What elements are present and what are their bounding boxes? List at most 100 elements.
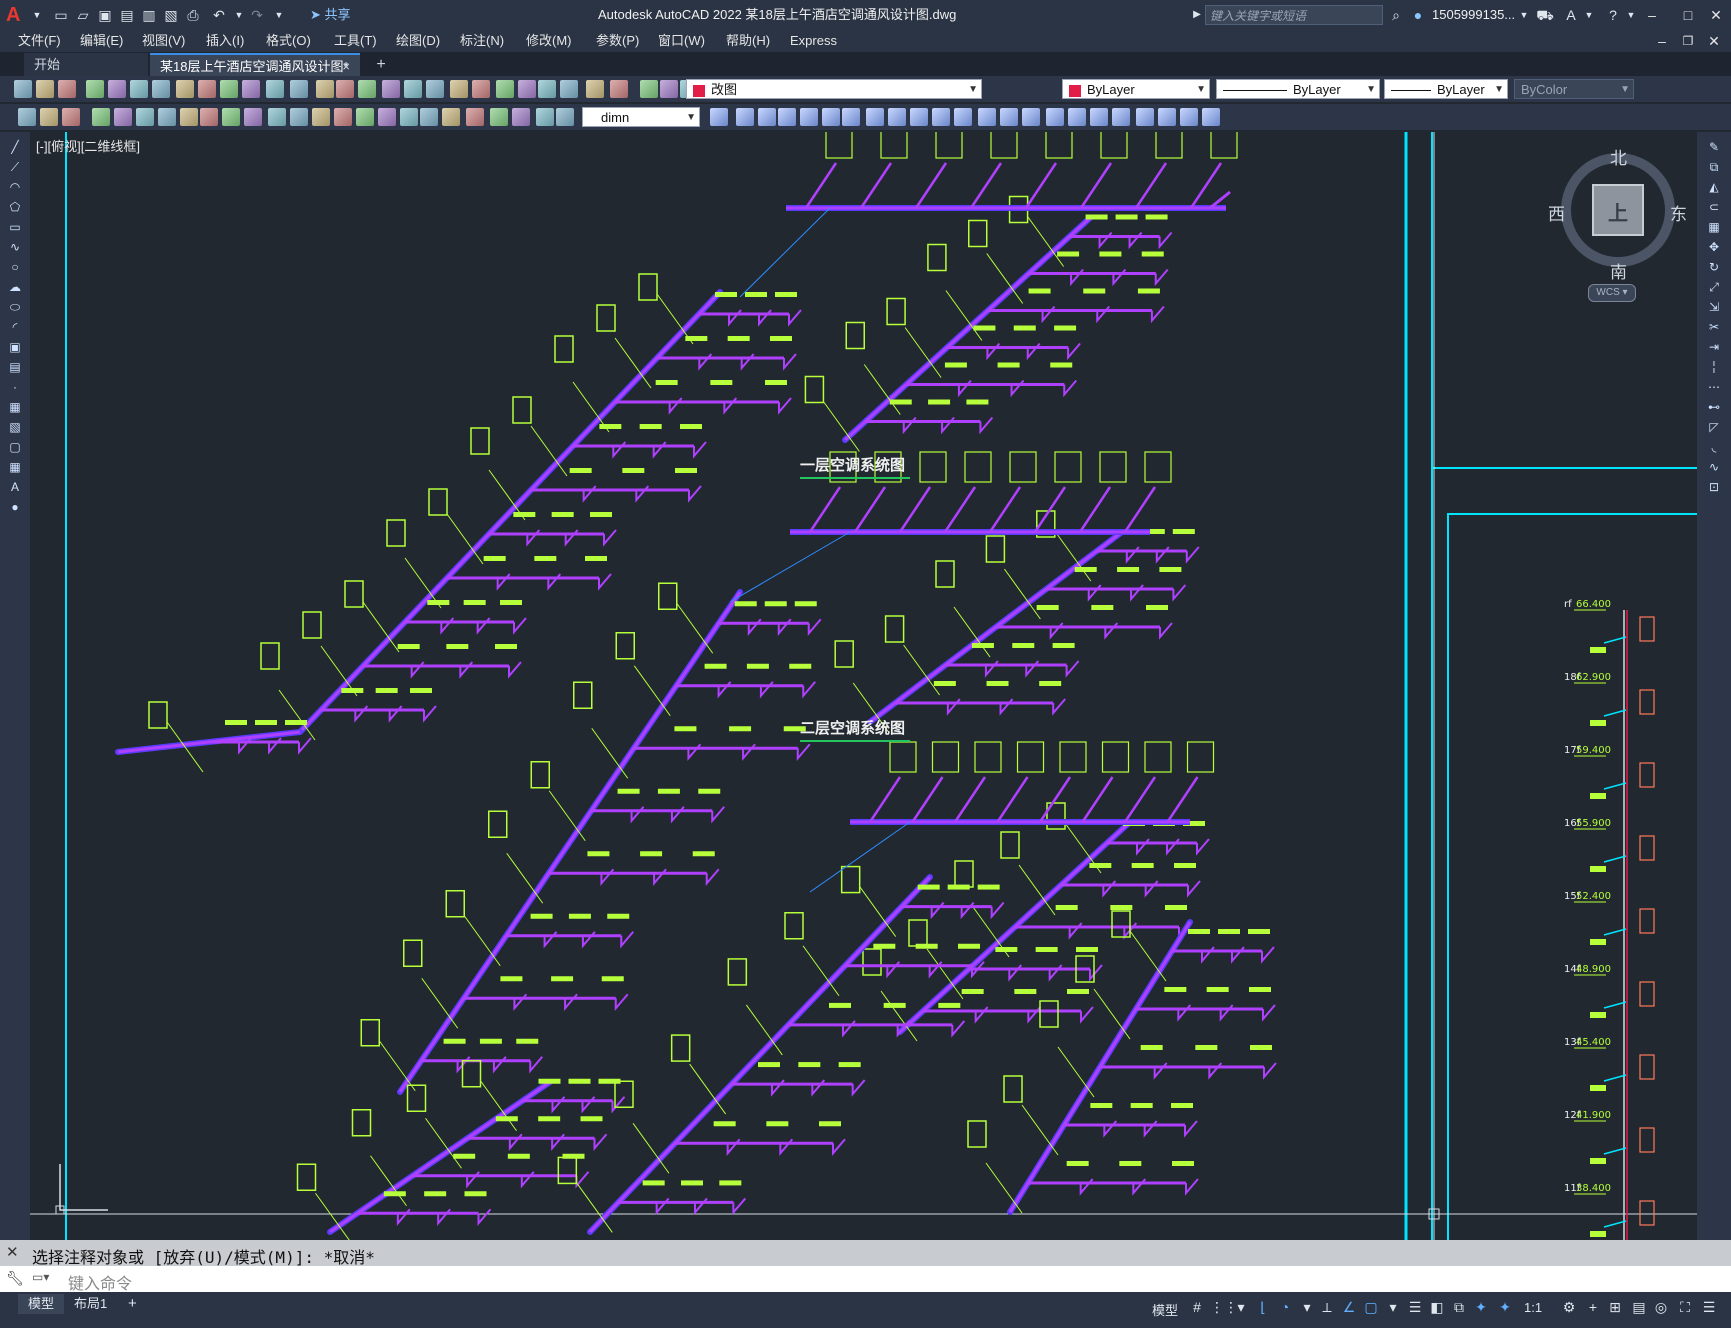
menu-draw[interactable]: 绘图(D) [396,30,440,52]
tab-document[interactable]: 某18层上午酒店空调通风设计图* × [150,53,360,76]
polygon-icon[interactable]: ⬠ [7,200,23,214]
save-web-icon[interactable]: ▧ [162,6,180,24]
tool-16-icon[interactable] [378,108,396,126]
linetype-dropdown[interactable]: ByLayer ▼ [1216,79,1380,99]
circle-icon[interactable]: ○ [7,260,23,274]
tool-40-icon[interactable] [1046,108,1064,126]
minimize-icon[interactable]: – [1640,4,1664,26]
tool-7-icon[interactable] [180,108,198,126]
object-snap-tracking-icon[interactable]: ∠ [1340,1298,1358,1316]
user-account[interactable]: 1505999135... [1432,6,1515,24]
zoom-realtime-icon[interactable] [358,80,376,98]
tool-18-icon[interactable] [420,108,438,126]
erase-icon[interactable]: ✎ [1706,140,1722,154]
search-input[interactable]: 键入关键字或短语 [1205,5,1383,25]
auto-scale-icon[interactable]: ✦ [1496,1298,1514,1316]
snap-dropdown-icon[interactable]: ▾ [1232,1298,1250,1316]
close-command-icon[interactable]: ✕ [6,1242,26,1264]
markup-icon[interactable] [518,80,536,98]
autodesk-a360-icon[interactable]: A [1562,6,1580,24]
customize-icon[interactable]: ☰ [1700,1298,1718,1316]
save-icon[interactable] [58,80,76,98]
design-center-icon[interactable] [450,80,468,98]
rectangle-icon[interactable]: ▭ [7,220,23,234]
isolate-objects-icon[interactable]: ◎ [1652,1298,1670,1316]
tool-6-icon[interactable] [158,108,176,126]
layout1-tab[interactable]: 布局1 [64,1294,117,1314]
new-tab-button[interactable]: + [366,53,396,76]
add-layout-button[interactable]: + [118,1294,147,1314]
menu-modify[interactable]: 修改(M) [526,30,572,52]
stretch-icon[interactable]: ⇲ [1706,300,1722,314]
explode-icon[interactable]: ⊡ [1706,480,1722,494]
tool-9-icon[interactable] [222,108,240,126]
tool-32-icon[interactable] [866,108,884,126]
menu-file[interactable]: 文件(F) [18,30,61,52]
menu-parameter[interactable]: 参数(P) [596,30,639,52]
tool-20-icon[interactable] [466,108,484,126]
qnew-icon[interactable] [14,80,32,98]
undo-icon[interactable]: ↶ [210,6,228,24]
autocad-logo-icon[interactable]: A [6,4,26,26]
ellipse-arc-icon[interactable]: ◜ [7,320,23,334]
tool-15-icon[interactable] [356,108,374,126]
copy-icon[interactable] [198,80,216,98]
insert-block-icon[interactable]: ▣ [7,340,23,354]
menu-edit[interactable]: 编辑(E) [80,30,123,52]
plot-icon[interactable]: ⎙ [184,6,202,24]
arc-icon[interactable]: ◠ [7,180,23,194]
tool-43-icon[interactable] [1112,108,1130,126]
tool-2-icon[interactable] [62,108,80,126]
drawing-canvas[interactable]: 一层空调系统图 二层空调系统图 rf 66.400 18f 62.900 17f 59.400… [30,132,1697,1240]
layer-on-icon[interactable] [610,80,628,98]
drawing-area[interactable]: 一层空调系统图二层空调系统图rf 66.40018f62.90017f59.400… [30,132,1697,1240]
wcs-menu[interactable]: WCS ▾ [1588,284,1636,302]
blend-curves-icon[interactable]: ∿ [1706,460,1722,474]
command-line[interactable]: 🔧︎ ▭▾ 键入命令 [0,1266,1731,1293]
tool-26-icon[interactable] [736,108,754,126]
help-icon[interactable] [560,80,578,98]
units-icon[interactable]: ⊞ [1606,1298,1624,1316]
mirror-icon[interactable]: ◭ [1706,180,1722,194]
tool-39-icon[interactable] [1022,108,1040,126]
tool-30-icon[interactable] [822,108,840,126]
menu-view[interactable]: 视图(V) [142,30,185,52]
cut-icon[interactable] [176,80,194,98]
tool-5-icon[interactable] [136,108,154,126]
dimstyle-dropdown[interactable]: dimn ▼ [582,107,700,127]
model-tab[interactable]: 模型 [18,1294,65,1314]
paste-icon[interactable] [220,80,238,98]
color-dropdown[interactable]: ByLayer ▼ [1062,79,1210,99]
maximize-icon[interactable]: □ [1676,4,1700,26]
tab-close-icon[interactable]: × [342,55,350,78]
help-dropdown-icon[interactable]: ▼ [1622,6,1640,24]
menu-express[interactable]: Express [790,30,837,52]
qat-customize-icon[interactable]: ▼ [270,6,288,24]
tool-14-icon[interactable] [334,108,352,126]
viewcube[interactable]: 北 南 东 西 上 [1548,146,1687,282]
tool-10-icon[interactable] [244,108,262,126]
tool-38-icon[interactable] [1000,108,1018,126]
tool-35-icon[interactable] [932,108,950,126]
viewport-controls-label[interactable]: [-][俯视][二维线框] [36,136,140,155]
menu-insert[interactable]: 插入(I) [206,30,244,52]
layer-lock-icon[interactable] [660,80,678,98]
publish-icon[interactable] [130,80,148,98]
ortho-icon[interactable]: ⌊ [1254,1298,1272,1316]
tool-25-icon[interactable] [710,108,728,126]
pan-icon[interactable] [336,80,354,98]
plot-icon[interactable] [86,80,104,98]
user-dropdown-icon[interactable]: ▼ [1515,6,1533,24]
gradient-icon[interactable]: ▧ [7,420,23,434]
selection-cycling-icon[interactable]: ⧉ [1450,1298,1468,1316]
chamfer-icon[interactable]: ◸ [1706,420,1722,434]
tool-24-icon[interactable] [556,108,574,126]
lineweight-icon[interactable]: ☰ [1406,1298,1424,1316]
break-at-point-icon[interactable]: ╎ [1706,360,1722,374]
zoom-window-icon[interactable] [382,80,400,98]
doc-restore-icon[interactable]: ❐ [1676,30,1700,52]
offset-icon[interactable]: ⊂ [1706,200,1722,214]
layer-properties-icon[interactable] [586,80,604,98]
tool-34-icon[interactable] [910,108,928,126]
undo-dropdown-icon[interactable]: ▼ [230,6,248,24]
